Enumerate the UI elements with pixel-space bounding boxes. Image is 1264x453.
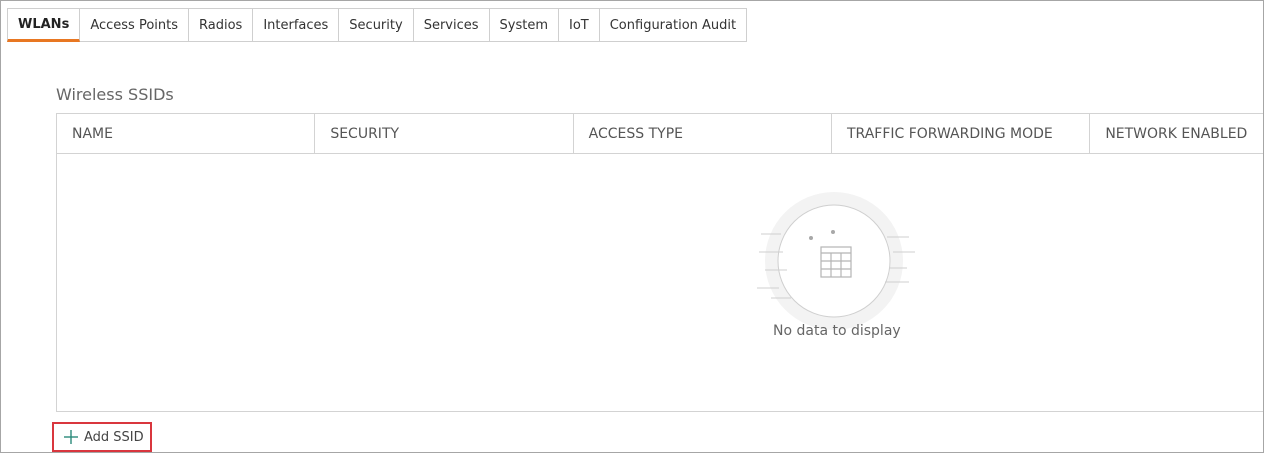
column-header-access-type[interactable]: ACCESS TYPE: [574, 114, 832, 153]
tab-security[interactable]: Security: [339, 8, 414, 42]
ssid-table: NAME SECURITY ACCESS TYPE TRAFFIC FORWAR…: [56, 113, 1263, 412]
tab-wlans[interactable]: WLANs: [7, 8, 81, 42]
tab-configuration-audit[interactable]: Configuration Audit: [599, 8, 748, 42]
column-header-traffic-forwarding-mode[interactable]: TRAFFIC FORWARDING MODE: [832, 114, 1091, 153]
add-ssid-button[interactable]: Add SSID: [52, 422, 152, 452]
tab-access-points[interactable]: Access Points: [80, 8, 189, 42]
add-ssid-label: Add SSID: [84, 429, 144, 445]
column-header-name[interactable]: NAME: [57, 114, 316, 153]
tab-iot[interactable]: IoT: [559, 8, 600, 42]
column-header-network-enabled[interactable]: NETWORK ENABLED: [1090, 114, 1263, 153]
empty-table-icon: [757, 192, 915, 330]
tab-services[interactable]: Services: [413, 8, 490, 42]
plus-icon: [64, 430, 78, 444]
column-header-security[interactable]: SECURITY: [315, 114, 574, 153]
tab-bar: WLANs Access Points Radios Interfaces Se…: [7, 8, 748, 42]
table-header: NAME SECURITY ACCESS TYPE TRAFFIC FORWAR…: [57, 114, 1263, 154]
tab-radios[interactable]: Radios: [189, 8, 254, 42]
tab-interfaces[interactable]: Interfaces: [253, 8, 340, 42]
tab-system[interactable]: System: [489, 8, 559, 42]
section-title: Wireless SSIDs: [56, 85, 174, 104]
wlan-config-panel: WLANs Access Points Radios Interfaces Se…: [0, 0, 1264, 453]
table-empty-state: No data to display: [57, 154, 1263, 411]
empty-state-message: No data to display: [773, 323, 901, 339]
